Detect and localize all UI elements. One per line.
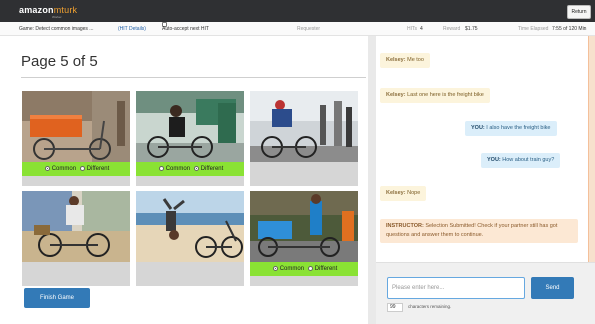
return-button[interactable]: Return <box>567 5 591 19</box>
hit-info-bar: Game: Detect common images ... (HIT Deta… <box>0 22 595 36</box>
tile-photo-rider[interactable] <box>22 191 130 262</box>
instructor-message: INSTRUCTOR: Selection Submitted! Check i… <box>380 219 578 243</box>
game-panel: Page 5 of 5 Common Different Common Diff… <box>0 36 368 324</box>
message-text: Nope <box>407 190 421 196</box>
message-speaker: YOU: <box>487 157 501 163</box>
tile-2-different-label: Different <box>200 166 224 172</box>
chat-message: YOU: How about train guy? <box>481 153 561 168</box>
chat-input[interactable]: Please enter here... <box>387 277 525 299</box>
characters-remaining-label: characters remaining. <box>408 304 452 309</box>
tile-6-different-label: Different <box>314 266 338 272</box>
tile-6-different-radio[interactable] <box>307 265 313 271</box>
panel-divider <box>368 36 376 324</box>
logo-main-text: amazon <box>19 5 54 15</box>
hit-details-link[interactable]: (HIT Details) <box>118 22 146 36</box>
requester-label: Requester <box>297 26 321 32</box>
characters-remaining-count: 99 <box>387 303 403 312</box>
tile-photo-handstand[interactable] <box>136 191 244 262</box>
image-tile-5 <box>136 191 244 286</box>
chat-message: Kelsey: Me too <box>380 53 430 68</box>
tile-1-different-label: Different <box>86 166 110 172</box>
message-text: Last one here is the freight bike <box>407 92 484 98</box>
finish-game-button[interactable]: Finish Game <box>24 288 90 308</box>
tile-6-common-label: Common <box>279 266 305 272</box>
chat-scrollbar[interactable] <box>588 36 595 262</box>
tile-6-radio-row: Common Different <box>250 262 358 276</box>
message-text: Me too <box>407 57 424 63</box>
image-tile-1: Common Different <box>22 91 130 186</box>
tile-2-common-radio[interactable] <box>158 165 164 171</box>
chat-message: Kelsey: Last one here is the freight bik… <box>380 88 490 103</box>
tile-6-common-radio[interactable] <box>272 265 278 271</box>
time-elapsed-label: Time Elapsed <box>518 26 549 32</box>
send-button[interactable]: Send <box>531 277 574 299</box>
message-text: How about train guy? <box>502 157 555 163</box>
tile-photo-cargo-bike[interactable] <box>22 91 130 162</box>
image-tile-3 <box>250 91 358 186</box>
hits-value: 4 <box>420 26 423 32</box>
time-elapsed-value: 7:55 of 120 Min <box>552 26 587 32</box>
tile-photo-train-man[interactable] <box>136 91 244 162</box>
mturk-logo: amazonmturk <box>19 5 77 15</box>
mturk-topbar: amazonmturk Worker Return <box>0 0 595 22</box>
message-speaker: INSTRUCTOR: <box>386 223 424 229</box>
page-title: Page 5 of 5 <box>21 53 98 70</box>
tile-1-different-radio[interactable] <box>79 165 85 171</box>
message-speaker: Kelsey: <box>386 190 406 196</box>
message-speaker: Kelsey: <box>386 57 406 63</box>
tile-photo-race-cyclist[interactable] <box>250 91 358 162</box>
auto-accept-label: Auto-accept next HIT <box>162 26 209 32</box>
tile-2-radio-row: Common Different <box>136 162 244 176</box>
message-speaker: YOU: <box>471 125 485 131</box>
tile-1-radio-row: Common Different <box>22 162 130 176</box>
chat-log[interactable]: Kelsey: Me too Kelsey: Last one here is … <box>376 36 595 262</box>
chat-message: Kelsey: Nope <box>380 186 427 201</box>
reward-label: Reward <box>443 26 461 32</box>
tile-1-common-radio[interactable] <box>44 165 50 171</box>
logo-accent-text: mturk <box>53 5 78 15</box>
tile-2-different-radio[interactable] <box>193 165 199 171</box>
image-tile-4 <box>22 191 130 286</box>
image-tile-2: Common Different <box>136 91 244 186</box>
chat-compose-area: Please enter here... Send 99 characters … <box>376 262 595 324</box>
tile-1-common-label: Common <box>51 166 77 172</box>
image-tile-6: Common Different <box>250 191 358 286</box>
game-title: Game: Detect common images ... <box>19 26 94 32</box>
message-speaker: Kelsey: <box>386 92 406 98</box>
message-text: I also have the freight bike <box>486 125 551 131</box>
tile-photo-freight-bike[interactable] <box>250 191 358 262</box>
hits-label: HITs <box>407 26 417 32</box>
chat-message: YOU: I also have the freight bike <box>465 121 557 136</box>
reward-value: $1.75 <box>465 26 478 32</box>
logo-subtitle: Worker <box>52 15 62 19</box>
tile-2-common-label: Common <box>165 166 191 172</box>
title-divider <box>21 77 366 78</box>
